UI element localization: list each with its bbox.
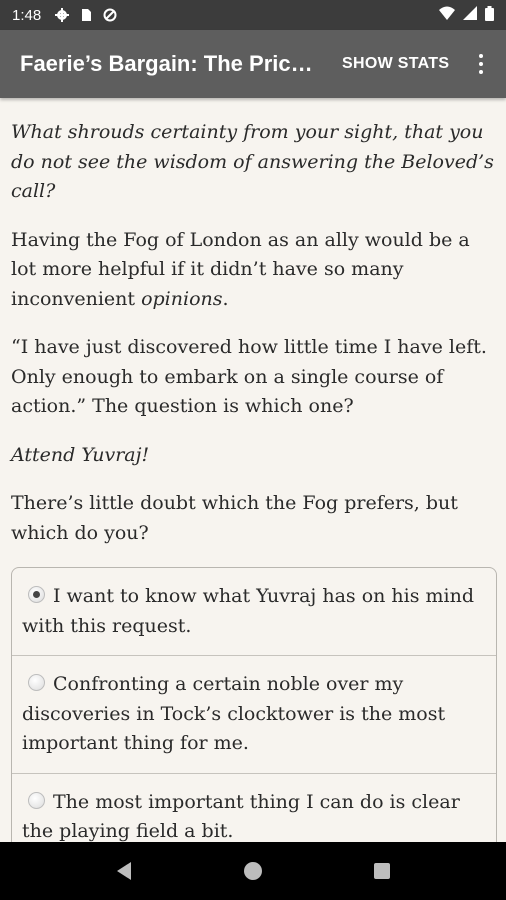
choice-option[interactable]: Confronting a certain noble over my disc…: [12, 655, 496, 773]
app-bar: Faerie’s Bargain: The Price of Magic SHO…: [0, 30, 506, 98]
story-content: What shrouds certainty from your sight, …: [0, 98, 506, 842]
data-saver-icon: [103, 8, 117, 22]
status-time: 1:48: [12, 6, 42, 24]
choice-option[interactable]: I want to know what Yuvraj has on his mi…: [12, 568, 496, 655]
home-icon[interactable]: [238, 856, 268, 886]
recents-icon[interactable]: [367, 856, 397, 886]
choice-label: The most important thing I can do is cle…: [22, 790, 460, 843]
battery-icon: [485, 5, 494, 25]
cell-signal-icon: [463, 6, 477, 24]
wifi-icon: [439, 6, 455, 24]
system-nav-bar: [0, 842, 506, 900]
choice-label: Confronting a certain noble over my disc…: [22, 673, 446, 754]
choice-label: I want to know what Yuvraj has on his mi…: [22, 585, 475, 637]
status-bar: 1:48: [0, 0, 506, 30]
choice-list: I want to know what Yuvraj has on his mi…: [11, 567, 497, 842]
gear-icon: [55, 8, 70, 22]
story-paragraph: What shrouds certainty from your sight, …: [11, 121, 494, 202]
show-stats-button[interactable]: SHOW STATS: [342, 55, 449, 73]
more-vert-icon[interactable]: [471, 44, 491, 84]
radio-button[interactable]: [28, 791, 45, 809]
story-paragraph: Having the Fog of London as an ally woul…: [11, 228, 470, 310]
radio-button[interactable]: [28, 674, 45, 691]
story-paragraph: There’s little doubt which the Fog prefe…: [11, 492, 458, 544]
story-paragraph: Attend Yuvraj!: [11, 443, 150, 466]
radio-button-checked[interactable]: [28, 586, 45, 603]
app-title: Faerie’s Bargain: The Price of Magic: [20, 51, 316, 76]
choice-option[interactable]: The most important thing I can do is cle…: [12, 772, 496, 843]
sd-card-icon: [79, 8, 93, 22]
story-paragraph: “I have just discovered how little time …: [11, 336, 487, 417]
back-icon[interactable]: [109, 856, 139, 886]
